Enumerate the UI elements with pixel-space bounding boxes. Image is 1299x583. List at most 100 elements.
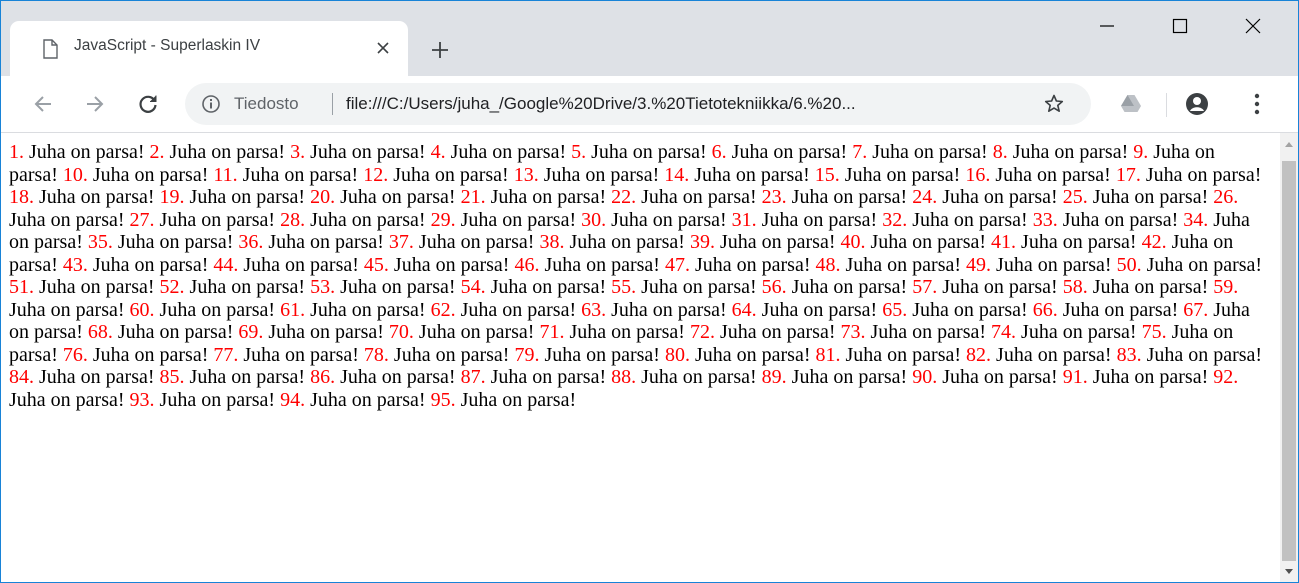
page-content: 1. Juha on parsa! 2. Juha on parsa! 3. J… — [1, 133, 1280, 582]
profile-avatar-icon[interactable] — [1185, 92, 1209, 116]
item-number: 70. — [388, 321, 414, 343]
item-number: 40. — [840, 231, 866, 253]
item-phrase: Juha on parsa! — [995, 163, 1111, 186]
new-tab-plus-icon[interactable] — [425, 35, 455, 65]
item-phrase: Juha on parsa! — [761, 298, 878, 321]
toolbar-divider — [1166, 93, 1167, 117]
item-phrase: Juha on parsa! — [569, 231, 685, 253]
item-number: 55. — [611, 276, 637, 298]
item-number: 54. — [460, 276, 486, 298]
item-phrase: Juha on parsa! — [942, 366, 1058, 388]
item-number: 59. — [1213, 276, 1239, 298]
item-phrase: Juha on parsa! — [243, 253, 359, 276]
item-phrase: Juha on parsa! — [996, 343, 1112, 366]
address-bar[interactable]: Tiedosto file:///C:/Users/juha_/Google%2… — [185, 83, 1091, 125]
item-phrase: Juha on parsa! — [490, 186, 607, 208]
item-number: 49. — [966, 253, 992, 276]
repeated-text-output: 1. Juha on parsa! 2. Juha on parsa! 3. J… — [9, 141, 1267, 411]
scrollbar-thumb[interactable] — [1282, 161, 1296, 561]
item-phrase: Juha on parsa! — [719, 321, 836, 343]
item-number: 15. — [814, 163, 840, 186]
item-number: 81. — [815, 343, 841, 366]
tab-close-icon[interactable] — [372, 37, 394, 59]
scroll-down-arrow-icon[interactable] — [1280, 563, 1298, 581]
item-number: 60. — [129, 298, 155, 321]
star-icon[interactable] — [1043, 93, 1065, 115]
item-number: 37. — [388, 231, 414, 253]
reload-icon[interactable] — [134, 90, 162, 118]
item-number: 22. — [611, 186, 637, 208]
item-number: 38. — [539, 231, 565, 253]
item-phrase: Juha on parsa! — [39, 366, 155, 388]
tab-active[interactable]: JavaScript - Superlaskin IV — [10, 21, 408, 76]
item-number: 76. — [62, 343, 88, 366]
item-phrase: Juha on parsa! — [641, 276, 757, 298]
item-phrase: Juha on parsa! — [845, 253, 962, 276]
item-number: 51. — [9, 276, 34, 298]
item-number: 34. — [1183, 208, 1209, 231]
item-phrase: Juha on parsa! — [844, 163, 961, 186]
item-number: 64. — [731, 298, 757, 321]
item-number: 29. — [430, 208, 456, 231]
item-phrase: Juha on parsa! — [870, 321, 987, 343]
item-number: 45. — [363, 253, 389, 276]
item-phrase: Juha on parsa! — [450, 141, 567, 163]
item-phrase: Juha on parsa! — [942, 186, 1058, 208]
item-number: 95. — [430, 388, 456, 411]
item-phrase: Juha on parsa! — [418, 231, 535, 253]
item-phrase: Juha on parsa! — [791, 366, 908, 388]
item-phrase: Juha on parsa! — [1092, 186, 1209, 208]
maximize-icon[interactable] — [1147, 1, 1213, 51]
forward-arrow-icon[interactable] — [81, 90, 109, 118]
security-label[interactable]: Tiedosto — [234, 94, 299, 114]
item-number: 56. — [761, 276, 787, 298]
item-phrase: Juha on parsa! — [189, 366, 306, 388]
url-text[interactable]: file:///C:/Users/juha_/Google%20Drive/3.… — [346, 94, 856, 114]
item-phrase: Juha on parsa! — [761, 208, 878, 231]
google-drive-icon[interactable] — [1119, 92, 1143, 116]
item-phrase: Juha on parsa! — [1092, 366, 1209, 388]
vertical-scrollbar[interactable] — [1280, 133, 1298, 582]
item-number: 86. — [310, 366, 336, 388]
item-number: 43. — [62, 253, 88, 276]
back-arrow-icon[interactable] — [29, 90, 57, 118]
item-number: 21. — [460, 186, 486, 208]
item-phrase: Juha on parsa! — [9, 388, 125, 411]
info-icon[interactable] — [201, 94, 221, 114]
item-number: 88. — [611, 366, 637, 388]
item-number: 9. — [1133, 141, 1149, 163]
item-number: 82. — [966, 343, 992, 366]
item-phrase: Juha on parsa! — [268, 231, 384, 253]
item-phrase: Juha on parsa! — [611, 208, 727, 231]
item-number: 50. — [1116, 253, 1142, 276]
item-number: 36. — [238, 231, 264, 253]
item-number: 13. — [513, 163, 539, 186]
item-phrase: Juha on parsa! — [393, 343, 510, 366]
item-phrase: Juha on parsa! — [611, 298, 727, 321]
item-phrase: Juha on parsa! — [1092, 276, 1209, 298]
item-phrase: Juha on parsa! — [912, 298, 1028, 321]
item-phrase: Juha on parsa! — [1021, 231, 1137, 253]
minimize-icon[interactable] — [1074, 1, 1140, 51]
item-number: 84. — [9, 366, 34, 388]
menu-kebab-icon[interactable] — [1245, 92, 1269, 116]
item-number: 25. — [1062, 186, 1088, 208]
item-phrase: Juha on parsa! — [1146, 253, 1263, 276]
item-number: 12. — [363, 163, 389, 186]
item-number: 3. — [290, 141, 306, 163]
item-phrase: Juha on parsa! — [460, 208, 577, 231]
browser-window: JavaScript - Superlaskin IV Tiedosto fil… — [0, 0, 1299, 583]
close-icon[interactable] — [1220, 1, 1286, 51]
item-number: 1. — [9, 141, 24, 163]
scroll-up-arrow-icon[interactable] — [1280, 135, 1298, 153]
item-number: 53. — [310, 276, 336, 298]
item-number: 87. — [460, 366, 486, 388]
item-number: 72. — [689, 321, 715, 343]
item-number: 85. — [159, 366, 185, 388]
item-phrase: Juha on parsa! — [791, 276, 908, 298]
item-number: 77. — [213, 343, 239, 366]
item-phrase: Juha on parsa! — [310, 141, 426, 163]
item-phrase: Juha on parsa! — [117, 231, 234, 253]
item-number: 93. — [129, 388, 155, 411]
item-phrase: Juha on parsa! — [694, 253, 811, 276]
